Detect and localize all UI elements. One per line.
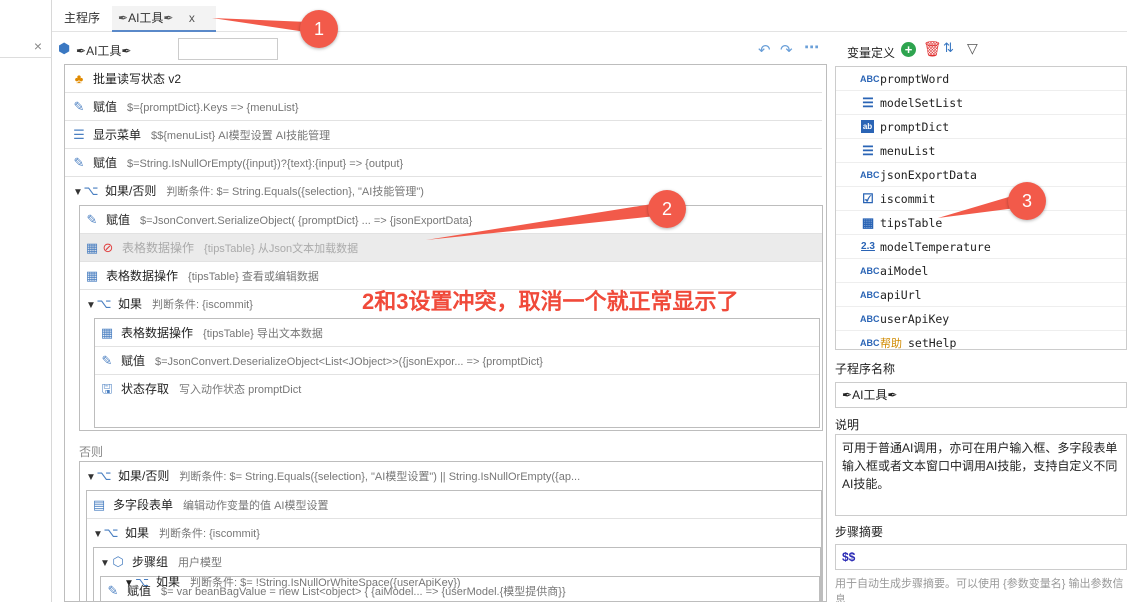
arrow-2 [426,204,656,240]
annotation-text: 2和3设置冲突，取消一个就正常显示了 [362,289,739,314]
annotation-badge-2: 2 [648,190,686,228]
annotation-badge-1: 1 [300,10,338,48]
annotation-badge-3: 3 [1008,182,1046,220]
arrow-3 [938,196,1016,218]
arrow-1 [212,18,308,32]
